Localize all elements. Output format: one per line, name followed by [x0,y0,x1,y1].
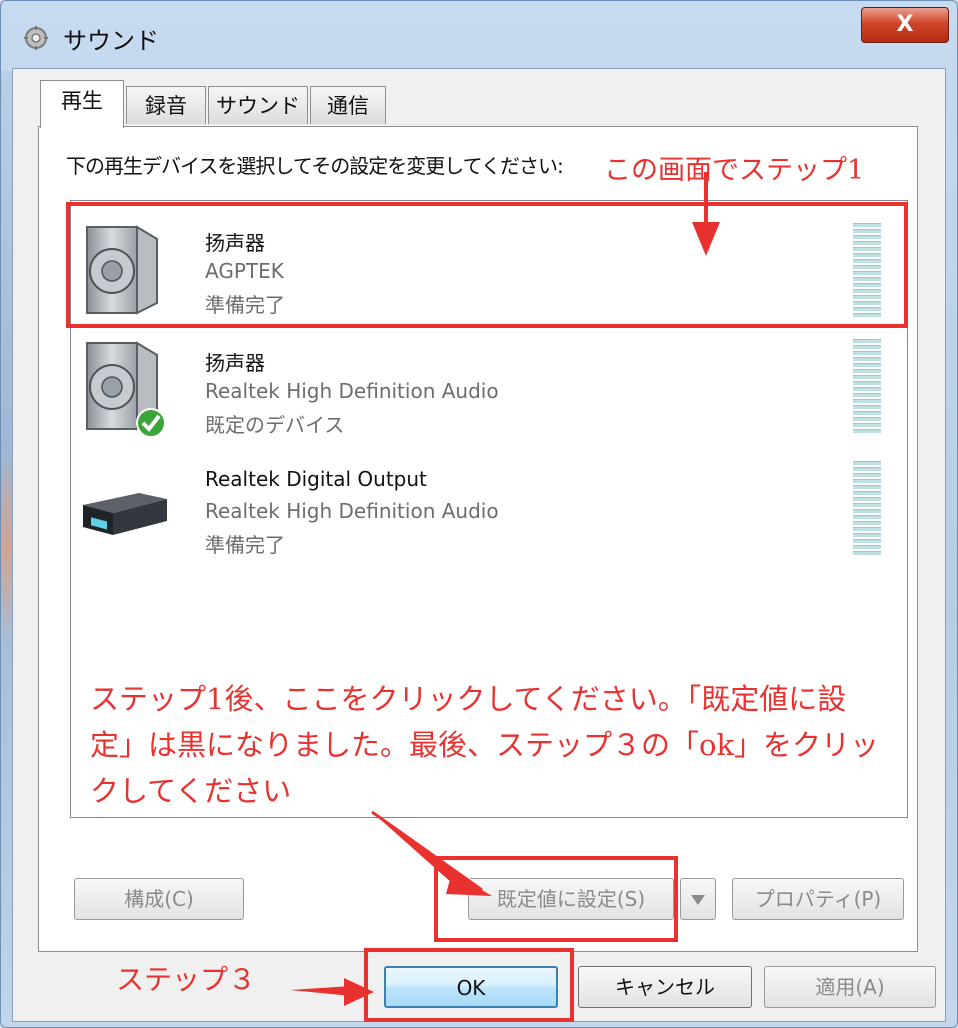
volume-meter-segment [853,405,881,409]
digital-receiver-icon [83,493,167,535]
volume-meter-segment [853,357,881,361]
device-description: Realtek High Definition Audio [205,499,499,523]
list-item-speaker-realtek[interactable]: 扬声器 Realtek High Definition Audio 既定のデバイ… [71,329,907,449]
volume-meter-segment [853,509,881,513]
volume-meter-segment [853,551,881,555]
volume-meter-segment [853,539,881,543]
close-icon: X [896,12,914,37]
volume-meter-segment [853,363,881,367]
volume-meter-segment [853,461,881,465]
volume-meter [853,461,881,557]
configure-button[interactable]: 構成(C) [74,878,244,920]
tab-recording[interactable]: 録音 [126,86,206,124]
annotation-box-step1 [66,202,908,328]
volume-meter-segment [853,527,881,531]
window-title: サウンド [63,27,159,55]
annotation-box-set-default [434,856,678,942]
speaker-default-icon [86,341,166,438]
speaker-settings-icon [24,26,48,50]
volume-meter-segment [853,381,881,385]
device-name: Realtek Digital Output [205,467,427,491]
device-description: Realtek High Definition Audio [205,379,499,403]
volume-meter-segment [853,545,881,549]
tab-communications[interactable]: 通信 [310,86,386,124]
list-item-realtek-digital-output[interactable]: Realtek Digital Output Realtek High Defi… [71,449,907,569]
volume-meter-segment [853,467,881,471]
volume-meter-segment [853,515,881,519]
volume-meter-segment [853,485,881,489]
volume-meter-segment [853,533,881,537]
volume-meter-segment [853,387,881,391]
annotation-step3-text: ステップ３ [116,963,257,996]
volume-meter-segment [853,423,881,427]
volume-meter-segment [853,393,881,397]
device-status: 既定のデバイス [205,413,345,437]
annotation-step2-line2: 定」は黒になりました。最後、ステップ３の「ok」をクリッ [90,728,880,762]
volume-meter-segment [853,375,881,379]
annotation-box-ok [364,948,574,1022]
tab-sounds-label: サウンド [216,94,300,118]
volume-meter-segment [853,479,881,483]
title-bar: サウンド X [1,1,957,69]
volume-meter-segment [853,417,881,421]
volume-meter-segment [853,411,881,415]
cancel-button[interactable]: キャンセル [578,966,752,1008]
properties-button[interactable]: プロパティ(P) [732,878,904,920]
tab-playback[interactable]: 再生 [40,80,124,128]
volume-meter-segment [853,345,881,349]
device-status: 準備完了 [205,533,285,557]
volume-meter-segment [853,521,881,525]
tab-recording-label: 録音 [145,94,187,118]
volume-meter-segment [853,491,881,495]
set-default-dropdown-button[interactable] [680,878,716,920]
apply-button[interactable]: 適用(A) [764,966,936,1008]
tab-sounds[interactable]: サウンド [208,86,308,124]
volume-meter [853,339,881,435]
device-name: 扬声器 [205,351,265,375]
close-button[interactable]: X [861,7,949,43]
chevron-down-icon [691,895,705,905]
volume-meter-segment [853,429,881,433]
volume-meter-segment [853,503,881,507]
volume-meter-segment [853,473,881,477]
tab-playback-label: 再生 [61,89,103,113]
volume-meter-segment [853,351,881,355]
volume-meter-segment [853,497,881,501]
volume-meter-segment [853,339,881,343]
tab-communications-label: 通信 [327,94,369,118]
annotation-step1-text: この画面でステップ1 [604,155,865,186]
instruction-text: 下の再生デバイスを選択してその設定を変更してください: [66,154,564,178]
volume-meter-segment [853,399,881,403]
volume-meter-segment [853,369,881,373]
annotation-step2-line1: ステップ1後、ここをクリックしてください。「既定値に設 [90,682,847,716]
annotation-step2-line3: クしてください [90,774,292,808]
